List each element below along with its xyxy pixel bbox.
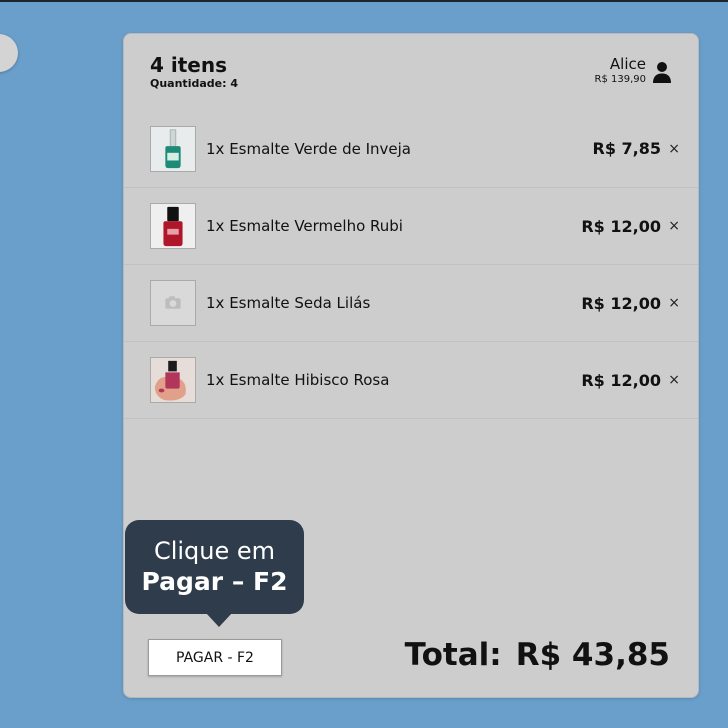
item-name: 1x Esmalte Seda Lilás — [206, 294, 371, 312]
item-name: 1x Esmalte Vermelho Rubi — [206, 217, 403, 235]
top-border — [0, 0, 728, 2]
item-name: 1x Esmalte Hibisco Rosa — [206, 371, 390, 389]
total-label: Total: — [404, 637, 502, 673]
cart-title: 4 itens — [150, 53, 228, 77]
remove-item-button[interactable]: × — [668, 141, 680, 157]
user-balance: R$ 139,90 — [594, 74, 646, 85]
product-image-red-polish — [150, 203, 196, 249]
cart-item: 1x Esmalte Verde de Inveja R$ 7,85 × — [124, 110, 698, 187]
user-name: Alice — [609, 55, 646, 73]
item-name: 1x Esmalte Verde de Inveja — [206, 139, 411, 158]
pay-hint-tooltip: Clique em Pagar – F2 — [125, 520, 304, 627]
pay-button[interactable]: PAGAR - F2 — [148, 639, 282, 676]
side-toggle-button[interactable] — [0, 34, 18, 72]
cart-item: 1x Esmalte Vermelho Rubi R$ 12,00 × — [124, 187, 698, 264]
remove-item-button[interactable]: × — [668, 218, 680, 234]
tooltip-line1: Clique em — [153, 537, 276, 565]
remove-item-button[interactable]: × — [668, 295, 680, 311]
total-value: R$ 43,85 — [515, 637, 670, 673]
item-price: R$ 12,00 — [581, 293, 661, 313]
item-price: R$ 12,00 — [581, 370, 661, 390]
remove-item-button[interactable]: × — [668, 372, 680, 388]
cart-item: 1x Esmalte Hibisco Rosa R$ 12,00 × — [124, 341, 698, 419]
cart-quantity: Quantidade: 4 — [150, 77, 238, 90]
cart-items: 1x Esmalte Verde de Inveja R$ 7,85 × 1x … — [124, 125, 698, 419]
item-price: R$ 7,85 — [592, 139, 662, 158]
tooltip-line2: Pagar – F2 — [141, 567, 288, 596]
product-image-pink-polish — [150, 357, 196, 403]
cart-item: 1x Esmalte Seda Lilás R$ 12,00 × — [124, 264, 698, 341]
order-total: Total: R$ 43,85 — [405, 637, 670, 673]
cart-header: 4 itens Quantidade: 4 — [150, 54, 238, 90]
user-icon — [653, 62, 671, 83]
item-price: R$ 12,00 — [581, 216, 661, 236]
product-image-green-polish — [150, 125, 196, 172]
camera-placeholder-icon — [150, 280, 196, 326]
user-info[interactable]: Alice R$ 139,90 — [595, 56, 672, 85]
